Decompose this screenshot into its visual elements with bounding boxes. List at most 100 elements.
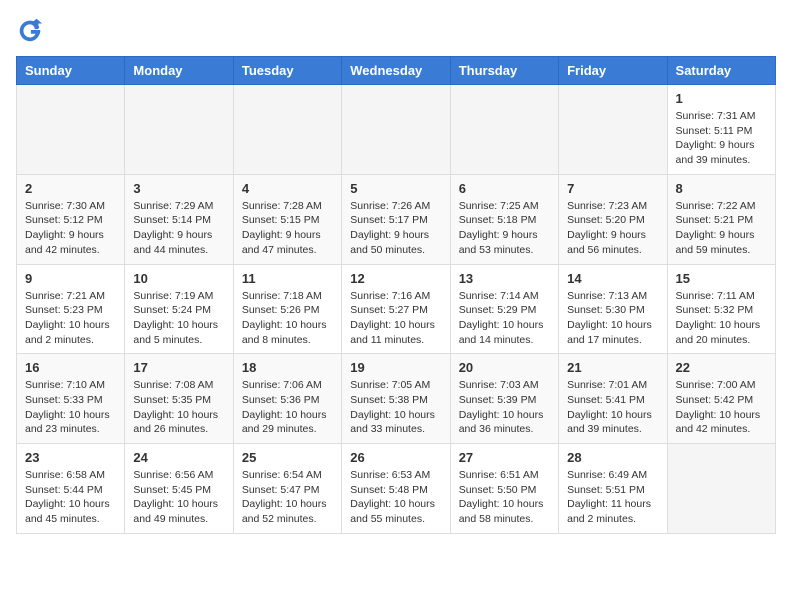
day-number: 16 — [25, 360, 116, 375]
calendar-cell: 16 Sunrise: 7:10 AMSunset: 5:33 PMDayligh… — [17, 354, 125, 444]
logo — [16, 16, 48, 44]
calendar-cell: 19 Sunrise: 7:05 AMSunset: 5:38 PMDayligh… — [342, 354, 450, 444]
calendar-cell — [559, 85, 667, 175]
day-number: 10 — [133, 271, 224, 286]
calendar-week-4: 16 Sunrise: 7:10 AMSunset: 5:33 PMDayligh… — [17, 354, 776, 444]
calendar-cell — [125, 85, 233, 175]
day-info: Sunrise: 6:51 AMSunset: 5:50 PMDaylight:… — [459, 468, 550, 527]
day-info: Sunrise: 6:56 AMSunset: 5:45 PMDaylight:… — [133, 468, 224, 527]
day-info: Sunrise: 7:05 AMSunset: 5:38 PMDaylight:… — [350, 378, 441, 437]
calendar-week-5: 23Sunrise: 6:58 AMSunset: 5:44 PMDayligh… — [17, 444, 776, 534]
calendar-cell: 4 Sunrise: 7:28 AMSunset: 5:15 PMDaylight… — [233, 174, 341, 264]
day-number: 2 — [25, 181, 116, 196]
day-info: Sunrise: 6:58 AMSunset: 5:44 PMDaylight:… — [25, 468, 116, 527]
day-info: Sunrise: 7:29 AMSunset: 5:14 PMDaylight:… — [133, 199, 224, 258]
calendar-cell: 20 Sunrise: 7:03 AMSunset: 5:39 PMDayligh… — [450, 354, 558, 444]
calendar-container: Sunday Monday Tuesday Wednesday Thursday… — [16, 16, 776, 534]
calendar-cell: 17 Sunrise: 7:08 AMSunset: 5:35 PMDayligh… — [125, 354, 233, 444]
calendar-cell — [17, 85, 125, 175]
day-info: Sunrise: 7:16 AMSunset: 5:27 PMDaylight:… — [350, 289, 441, 348]
day-info: Sunrise: 7:00 AMSunset: 5:42 PMDaylight:… — [676, 378, 767, 437]
calendar-table: Sunday Monday Tuesday Wednesday Thursday… — [16, 56, 776, 534]
day-number: 21 — [567, 360, 658, 375]
calendar-cell — [342, 85, 450, 175]
logo-icon — [16, 16, 44, 44]
calendar-cell: 25 Sunrise: 6:54 AMSunset: 5:47 PMDayligh… — [233, 444, 341, 534]
header-wednesday: Wednesday — [342, 57, 450, 85]
day-number: 3 — [133, 181, 224, 196]
day-number: 22 — [676, 360, 767, 375]
day-number: 24 — [133, 450, 224, 465]
day-info: Sunrise: 7:21 AMSunset: 5:23 PMDaylight:… — [25, 289, 116, 348]
calendar-cell: 8 Sunrise: 7:22 AMSunset: 5:21 PMDaylight… — [667, 174, 775, 264]
day-info: Sunrise: 6:49 AMSunset: 5:51 PMDaylight:… — [567, 468, 658, 527]
day-info: Sunrise: 7:28 AMSunset: 5:15 PMDaylight:… — [242, 199, 333, 258]
header-thursday: Thursday — [450, 57, 558, 85]
day-info: Sunrise: 6:53 AMSunset: 5:48 PMDaylight:… — [350, 468, 441, 527]
day-info: Sunrise: 7:22 AMSunset: 5:21 PMDaylight:… — [676, 199, 767, 258]
day-info: Sunrise: 7:14 AMSunset: 5:29 PMDaylight:… — [459, 289, 550, 348]
day-info: Sunrise: 7:03 AMSunset: 5:39 PMDaylight:… — [459, 378, 550, 437]
calendar-cell: 9 Sunrise: 7:21 AMSunset: 5:23 PMDaylight… — [17, 264, 125, 354]
day-number: 19 — [350, 360, 441, 375]
calendar-cell: 18 Sunrise: 7:06 AMSunset: 5:36 PMDayligh… — [233, 354, 341, 444]
header-tuesday: Tuesday — [233, 57, 341, 85]
day-info: Sunrise: 7:11 AMSunset: 5:32 PMDaylight:… — [676, 289, 767, 348]
calendar-cell: 21 Sunrise: 7:01 AMSunset: 5:41 PMDayligh… — [559, 354, 667, 444]
calendar-week-1: 1 Sunrise: 7:31 AMSunset: 5:11 PMDaylight… — [17, 85, 776, 175]
calendar-cell: 6Sunrise: 7:25 AMSunset: 5:18 PMDaylight… — [450, 174, 558, 264]
day-number: 15 — [676, 271, 767, 286]
day-info: Sunrise: 7:30 AMSunset: 5:12 PMDaylight:… — [25, 199, 116, 258]
calendar-cell: 14Sunrise: 7:13 AMSunset: 5:30 PMDayligh… — [559, 264, 667, 354]
calendar-cell: 3 Sunrise: 7:29 AMSunset: 5:14 PMDaylight… — [125, 174, 233, 264]
day-number: 12 — [350, 271, 441, 286]
day-number: 20 — [459, 360, 550, 375]
calendar-cell: 11 Sunrise: 7:18 AMSunset: 5:26 PMDayligh… — [233, 264, 341, 354]
header — [16, 16, 776, 44]
header-saturday: Saturday — [667, 57, 775, 85]
day-number: 6 — [459, 181, 550, 196]
calendar-cell — [233, 85, 341, 175]
calendar-cell: 26 Sunrise: 6:53 AMSunset: 5:48 PMDayligh… — [342, 444, 450, 534]
calendar-cell — [667, 444, 775, 534]
day-number: 5 — [350, 181, 441, 196]
day-number: 11 — [242, 271, 333, 286]
day-info: Sunrise: 7:18 AMSunset: 5:26 PMDaylight:… — [242, 289, 333, 348]
day-info: Sunrise: 6:54 AMSunset: 5:47 PMDaylight:… — [242, 468, 333, 527]
calendar-cell: 24 Sunrise: 6:56 AMSunset: 5:45 PMDayligh… — [125, 444, 233, 534]
day-number: 28 — [567, 450, 658, 465]
day-number: 7 — [567, 181, 658, 196]
day-number: 13 — [459, 271, 550, 286]
header-sunday: Sunday — [17, 57, 125, 85]
day-number: 25 — [242, 450, 333, 465]
day-info: Sunrise: 7:23 AMSunset: 5:20 PMDaylight:… — [567, 199, 658, 258]
calendar-cell: 7 Sunrise: 7:23 AMSunset: 5:20 PMDaylight… — [559, 174, 667, 264]
day-info: Sunrise: 7:06 AMSunset: 5:36 PMDaylight:… — [242, 378, 333, 437]
day-number: 27 — [459, 450, 550, 465]
day-info: Sunrise: 7:08 AMSunset: 5:35 PMDaylight:… — [133, 378, 224, 437]
day-info: Sunrise: 7:10 AMSunset: 5:33 PMDaylight:… — [25, 378, 116, 437]
calendar-cell: 27 Sunrise: 6:51 AMSunset: 5:50 PMDayligh… — [450, 444, 558, 534]
day-info: Sunrise: 7:01 AMSunset: 5:41 PMDaylight:… — [567, 378, 658, 437]
header-monday: Monday — [125, 57, 233, 85]
header-friday: Friday — [559, 57, 667, 85]
day-number: 1 — [676, 91, 767, 106]
day-info: Sunrise: 7:31 AMSunset: 5:11 PMDaylight:… — [676, 109, 767, 168]
calendar-cell: 2 Sunrise: 7:30 AMSunset: 5:12 PMDaylight… — [17, 174, 125, 264]
day-number: 9 — [25, 271, 116, 286]
day-number: 26 — [350, 450, 441, 465]
calendar-cell: 5Sunrise: 7:26 AMSunset: 5:17 PMDaylight… — [342, 174, 450, 264]
calendar-cell: 12 Sunrise: 7:16 AMSunset: 5:27 PMDayligh… — [342, 264, 450, 354]
calendar-week-3: 9 Sunrise: 7:21 AMSunset: 5:23 PMDaylight… — [17, 264, 776, 354]
calendar-cell: 22 Sunrise: 7:00 AMSunset: 5:42 PMDayligh… — [667, 354, 775, 444]
calendar-cell: 1 Sunrise: 7:31 AMSunset: 5:11 PMDaylight… — [667, 85, 775, 175]
day-info: Sunrise: 7:19 AMSunset: 5:24 PMDaylight:… — [133, 289, 224, 348]
weekday-header-row: Sunday Monday Tuesday Wednesday Thursday… — [17, 57, 776, 85]
day-number: 4 — [242, 181, 333, 196]
day-number: 17 — [133, 360, 224, 375]
day-number: 18 — [242, 360, 333, 375]
calendar-cell — [450, 85, 558, 175]
calendar-cell: 15 Sunrise: 7:11 AMSunset: 5:32 PMDayligh… — [667, 264, 775, 354]
day-number: 8 — [676, 181, 767, 196]
calendar-cell: 23Sunrise: 6:58 AMSunset: 5:44 PMDayligh… — [17, 444, 125, 534]
